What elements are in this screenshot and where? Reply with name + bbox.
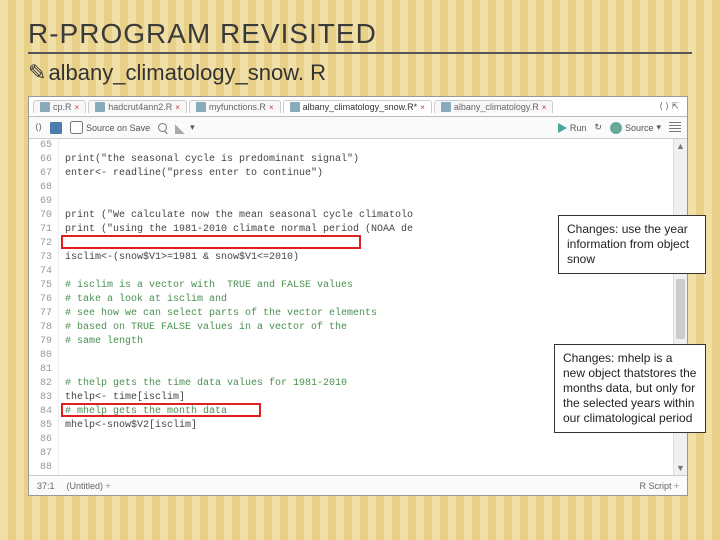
scroll-up-arrow-icon[interactable]: ▲ xyxy=(674,139,687,153)
file-tab[interactable]: cp.R× xyxy=(33,100,86,113)
slide-subtitle: ✎albany_climatology_snow. R xyxy=(28,60,692,86)
file-icon xyxy=(290,102,300,112)
play-icon xyxy=(558,123,567,133)
save-button[interactable] xyxy=(50,122,62,134)
wand-icon xyxy=(175,122,187,134)
file-tab[interactable]: hadcrut4ann2.R× xyxy=(88,100,187,113)
find-button[interactable] xyxy=(158,123,167,132)
close-icon[interactable]: × xyxy=(420,103,425,112)
editor-statusbar: 37:1 (Untitled) ÷ R Script ÷ xyxy=(29,475,687,495)
file-tab-bar: cp.R× hadcrut4ann2.R× myfunctions.R× alb… xyxy=(29,97,687,117)
annotation-callout: Changes: mhelp is a new object thatstore… xyxy=(554,344,706,433)
back-forward-nav[interactable]: ⟨⟩ xyxy=(35,122,42,133)
file-tab[interactable]: myfunctions.R× xyxy=(189,100,281,113)
subtitle-text: albany_climatology_snow. R xyxy=(48,60,326,85)
tab-overflow-controls[interactable]: ⟨ ⟩ ⇱ xyxy=(655,101,683,112)
annotation-callout: Changes: use the year information from o… xyxy=(558,215,706,274)
file-icon xyxy=(196,102,206,112)
file-tab[interactable]: albany_climatology.R× xyxy=(434,100,554,113)
code-tools-button[interactable]: ▾ xyxy=(175,122,195,134)
file-icon xyxy=(95,102,105,112)
search-icon xyxy=(158,123,167,132)
rerun-button[interactable]: ↻ xyxy=(594,122,602,134)
source-on-save-input[interactable] xyxy=(70,121,83,134)
file-icon xyxy=(40,102,50,112)
close-icon[interactable]: × xyxy=(75,103,80,112)
language-mode[interactable]: R Script ÷ xyxy=(640,481,679,491)
scroll-thumb[interactable] xyxy=(676,279,685,339)
file-tab-active[interactable]: albany_climatology_snow.R*× xyxy=(283,100,432,113)
run-button[interactable]: Run xyxy=(558,122,587,134)
close-icon[interactable]: × xyxy=(175,103,180,112)
section-selector[interactable]: (Untitled) ÷ xyxy=(67,481,111,491)
list-icon xyxy=(669,122,681,134)
outline-button[interactable] xyxy=(669,122,681,134)
line-number-gutter: 6566676869707172737475767778798081828384… xyxy=(29,139,59,475)
scroll-down-arrow-icon[interactable]: ▼ xyxy=(674,461,687,475)
editor-toolbar: ⟨⟩ Source on Save ▾ Run ↻ Source ▾ xyxy=(29,117,687,139)
source-icon xyxy=(610,122,622,134)
file-icon xyxy=(441,102,451,112)
rstudio-editor-pane: cp.R× hadcrut4ann2.R× myfunctions.R× alb… xyxy=(28,96,688,496)
subtitle-bullet-icon: ✎ xyxy=(28,60,46,85)
slide-title: R-PROGRAM REVISITED xyxy=(28,18,692,54)
cursor-position: 37:1 xyxy=(37,481,55,491)
close-icon[interactable]: × xyxy=(269,103,274,112)
close-icon[interactable]: × xyxy=(542,103,547,112)
disk-icon xyxy=(50,122,62,134)
source-on-save-checkbox[interactable]: Source on Save xyxy=(70,121,150,134)
source-button[interactable]: Source ▾ xyxy=(610,122,661,134)
